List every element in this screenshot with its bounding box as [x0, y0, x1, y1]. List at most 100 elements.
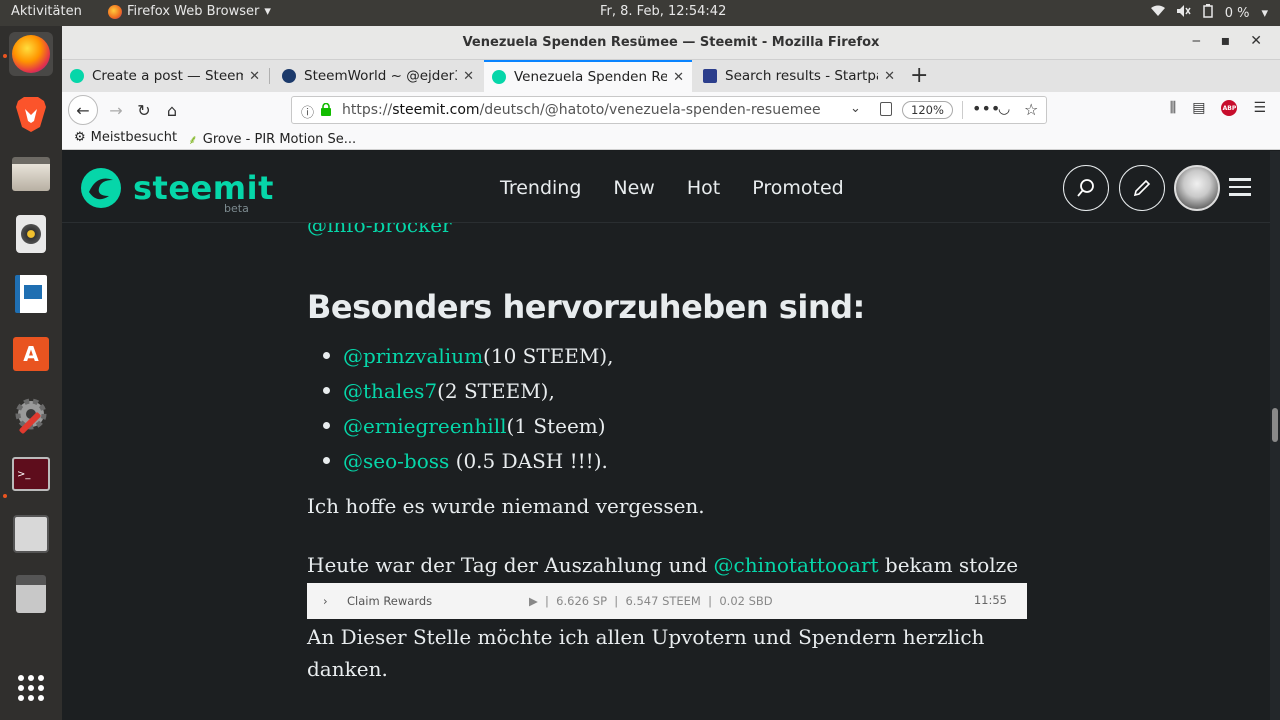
close-icon[interactable]: ✕	[884, 69, 895, 84]
sidebar-icon[interactable]: ▤	[1192, 100, 1205, 116]
menu-icon[interactable]: ☰	[1253, 100, 1266, 116]
bookmark-grove[interactable]: ⸙ Grove - PIR Motion Se...	[188, 130, 357, 149]
nav-new[interactable]: New	[613, 177, 654, 199]
tab-label: Create a post — Steemit	[92, 68, 244, 84]
wifi-icon	[1150, 5, 1165, 21]
dock-settings[interactable]	[9, 392, 53, 436]
window-titlebar[interactable]: Venezuela Spenden Resümee — Steemit - Mo…	[62, 26, 1280, 60]
bookmark-label: Grove - PIR Motion Se...	[202, 131, 357, 147]
nav-hot[interactable]: Hot	[687, 177, 720, 199]
url-text[interactable]: https://steemit.com/deutsch/@hatoto/vene…	[342, 102, 821, 118]
wordpress-icon	[282, 69, 296, 83]
system-tray[interactable]: 0 % ▾	[1150, 4, 1268, 22]
paragraph: An Dieser Stelle möchte ich allen Upvote…	[307, 625, 985, 681]
speaker-icon	[16, 215, 46, 253]
search-button[interactable]	[1063, 165, 1109, 211]
home-button[interactable]: ⌂	[158, 96, 186, 124]
tab-create-post[interactable]: Create a post — Steemit ✕	[62, 60, 268, 92]
pocket-icon[interactable]: ◡	[998, 101, 1010, 117]
paragraph: Heute war der Tag der Auszahlung und @ch…	[307, 553, 1019, 577]
ubuntu-dock: A >_	[0, 26, 62, 720]
library-icon[interactable]: ⫼	[1170, 100, 1176, 116]
forward-button[interactable]: →	[102, 96, 130, 124]
bookmark-label: Meistbesucht	[90, 130, 178, 145]
back-button[interactable]: ←	[68, 95, 98, 125]
close-icon[interactable]: ✕	[463, 69, 474, 84]
nav-promoted[interactable]: Promoted	[752, 177, 843, 199]
dock-calculator[interactable]	[9, 572, 53, 616]
nav-trending[interactable]: Trending	[500, 177, 581, 199]
dock-brave[interactable]	[9, 92, 53, 136]
new-tab-button[interactable]: +	[910, 63, 928, 88]
user-link[interactable]: @chinotattooart	[714, 553, 879, 577]
pencil-icon	[1133, 179, 1151, 197]
steemit-logo[interactable]: steemit beta	[79, 166, 274, 215]
donor-list: @prinzvalium (10 STEEM), @thales7 (2 STEEM…	[323, 338, 614, 478]
tab-steemworld[interactable]: SteemWorld ~ @ejder32 ✕	[274, 60, 482, 92]
navigation-toolbar: ← → ↻ ⌂ ⓘ https://steemit.com/deutsch/@h…	[62, 92, 1280, 128]
tab-venezuela[interactable]: Venezuela Spenden Resü ✕	[484, 60, 692, 92]
app-menu-label: Firefox Web Browser	[127, 4, 260, 19]
app-menu[interactable]: Firefox Web Browser ▾	[108, 4, 271, 19]
list-item: @prinzvalium (10 STEEM),	[323, 338, 614, 373]
play-icon: ▶	[529, 594, 538, 608]
info-icon[interactable]: ⓘ	[301, 102, 314, 121]
search-icon	[1077, 179, 1094, 197]
scrollbar-thumb[interactable]	[1272, 408, 1278, 442]
avatar[interactable]	[1174, 165, 1220, 211]
close-icon[interactable]: ✕	[673, 70, 684, 85]
reader-view-icon[interactable]	[880, 102, 892, 116]
page-actions-icon[interactable]: •••	[972, 99, 1000, 118]
close-icon[interactable]: ✕	[249, 69, 260, 84]
steemit-wordmark: steemit	[133, 169, 274, 207]
claim-rewards-image: › Claim Rewards ▶ | 6.626 SP | 6.547 STE…	[307, 583, 1027, 619]
dock-firefox[interactable]	[9, 32, 53, 76]
activities-button[interactable]: Aktivitäten	[11, 4, 82, 19]
grid-icon	[18, 675, 44, 701]
chevron-down-icon[interactable]: ⌄	[850, 101, 861, 116]
steemit-icon	[70, 69, 84, 83]
tab-startpage[interactable]: Search results - Startpag ✕	[695, 60, 903, 92]
firefox-icon	[12, 35, 50, 73]
page-scrollbar[interactable]	[1270, 151, 1280, 720]
list-item: @seo-boss (0.5 DASH !!!).	[323, 443, 614, 478]
dock-writer[interactable]	[9, 272, 53, 316]
url-bar[interactable]: ⓘ https://steemit.com/deutsch/@hatoto/ve…	[291, 96, 1047, 124]
dock-files[interactable]	[9, 152, 53, 196]
show-apps-button[interactable]	[9, 666, 53, 710]
claim-label: Claim Rewards	[347, 594, 433, 608]
shopping-bag-icon: A	[13, 337, 49, 371]
tab-label: SteemWorld ~ @ejder32	[304, 68, 458, 84]
lock-icon	[321, 103, 331, 116]
bookmark-star-icon[interactable]: ☆	[1024, 100, 1038, 119]
write-post-button[interactable]	[1119, 165, 1165, 211]
minimize-button[interactable]: ‒	[1192, 33, 1201, 49]
clock[interactable]: Fr, 8. Feb, 12:54:42	[600, 4, 726, 19]
steemit-logo-icon	[81, 168, 121, 208]
files-icon	[12, 157, 50, 191]
beta-label: beta	[224, 202, 249, 215]
gear-icon: ⚙	[74, 130, 86, 145]
close-button[interactable]: ✕	[1250, 33, 1262, 49]
user-link[interactable]: @erniegreenhill	[343, 414, 507, 438]
hamburger-menu-icon[interactable]	[1229, 178, 1251, 201]
bookmarks-toolbar: ⚙ Meistbesucht ⸙ Grove - PIR Motion Se..…	[62, 128, 1280, 150]
dock-software[interactable]: A	[9, 332, 53, 376]
document-icon	[15, 275, 47, 313]
dock-terminal[interactable]: >_	[9, 452, 53, 496]
dock-rhythmbox[interactable]	[9, 212, 53, 256]
user-link[interactable]: @thales7	[343, 379, 437, 403]
maximize-button[interactable]: ▪	[1221, 33, 1231, 49]
terminal-icon: >_	[12, 457, 50, 491]
adblock-plus-icon[interactable]: ABP	[1221, 100, 1238, 116]
user-link[interactable]: @prinzvalium	[343, 344, 483, 368]
window-title: Venezuela Spenden Resümee — Steemit - Mo…	[462, 35, 880, 50]
brave-icon	[16, 97, 46, 132]
bookmark-most-visited[interactable]: ⚙ Meistbesucht	[74, 130, 177, 145]
zoom-indicator[interactable]: 120%	[902, 101, 953, 119]
dock-mixer[interactable]	[9, 512, 53, 556]
user-link[interactable]: @seo-boss	[343, 449, 449, 473]
claim-values: | 6.626 SP | 6.547 STEEM | 0.02 SBD	[545, 594, 773, 608]
chevron-down-icon: ▾	[1261, 5, 1268, 21]
reload-button[interactable]: ↻	[130, 96, 158, 124]
